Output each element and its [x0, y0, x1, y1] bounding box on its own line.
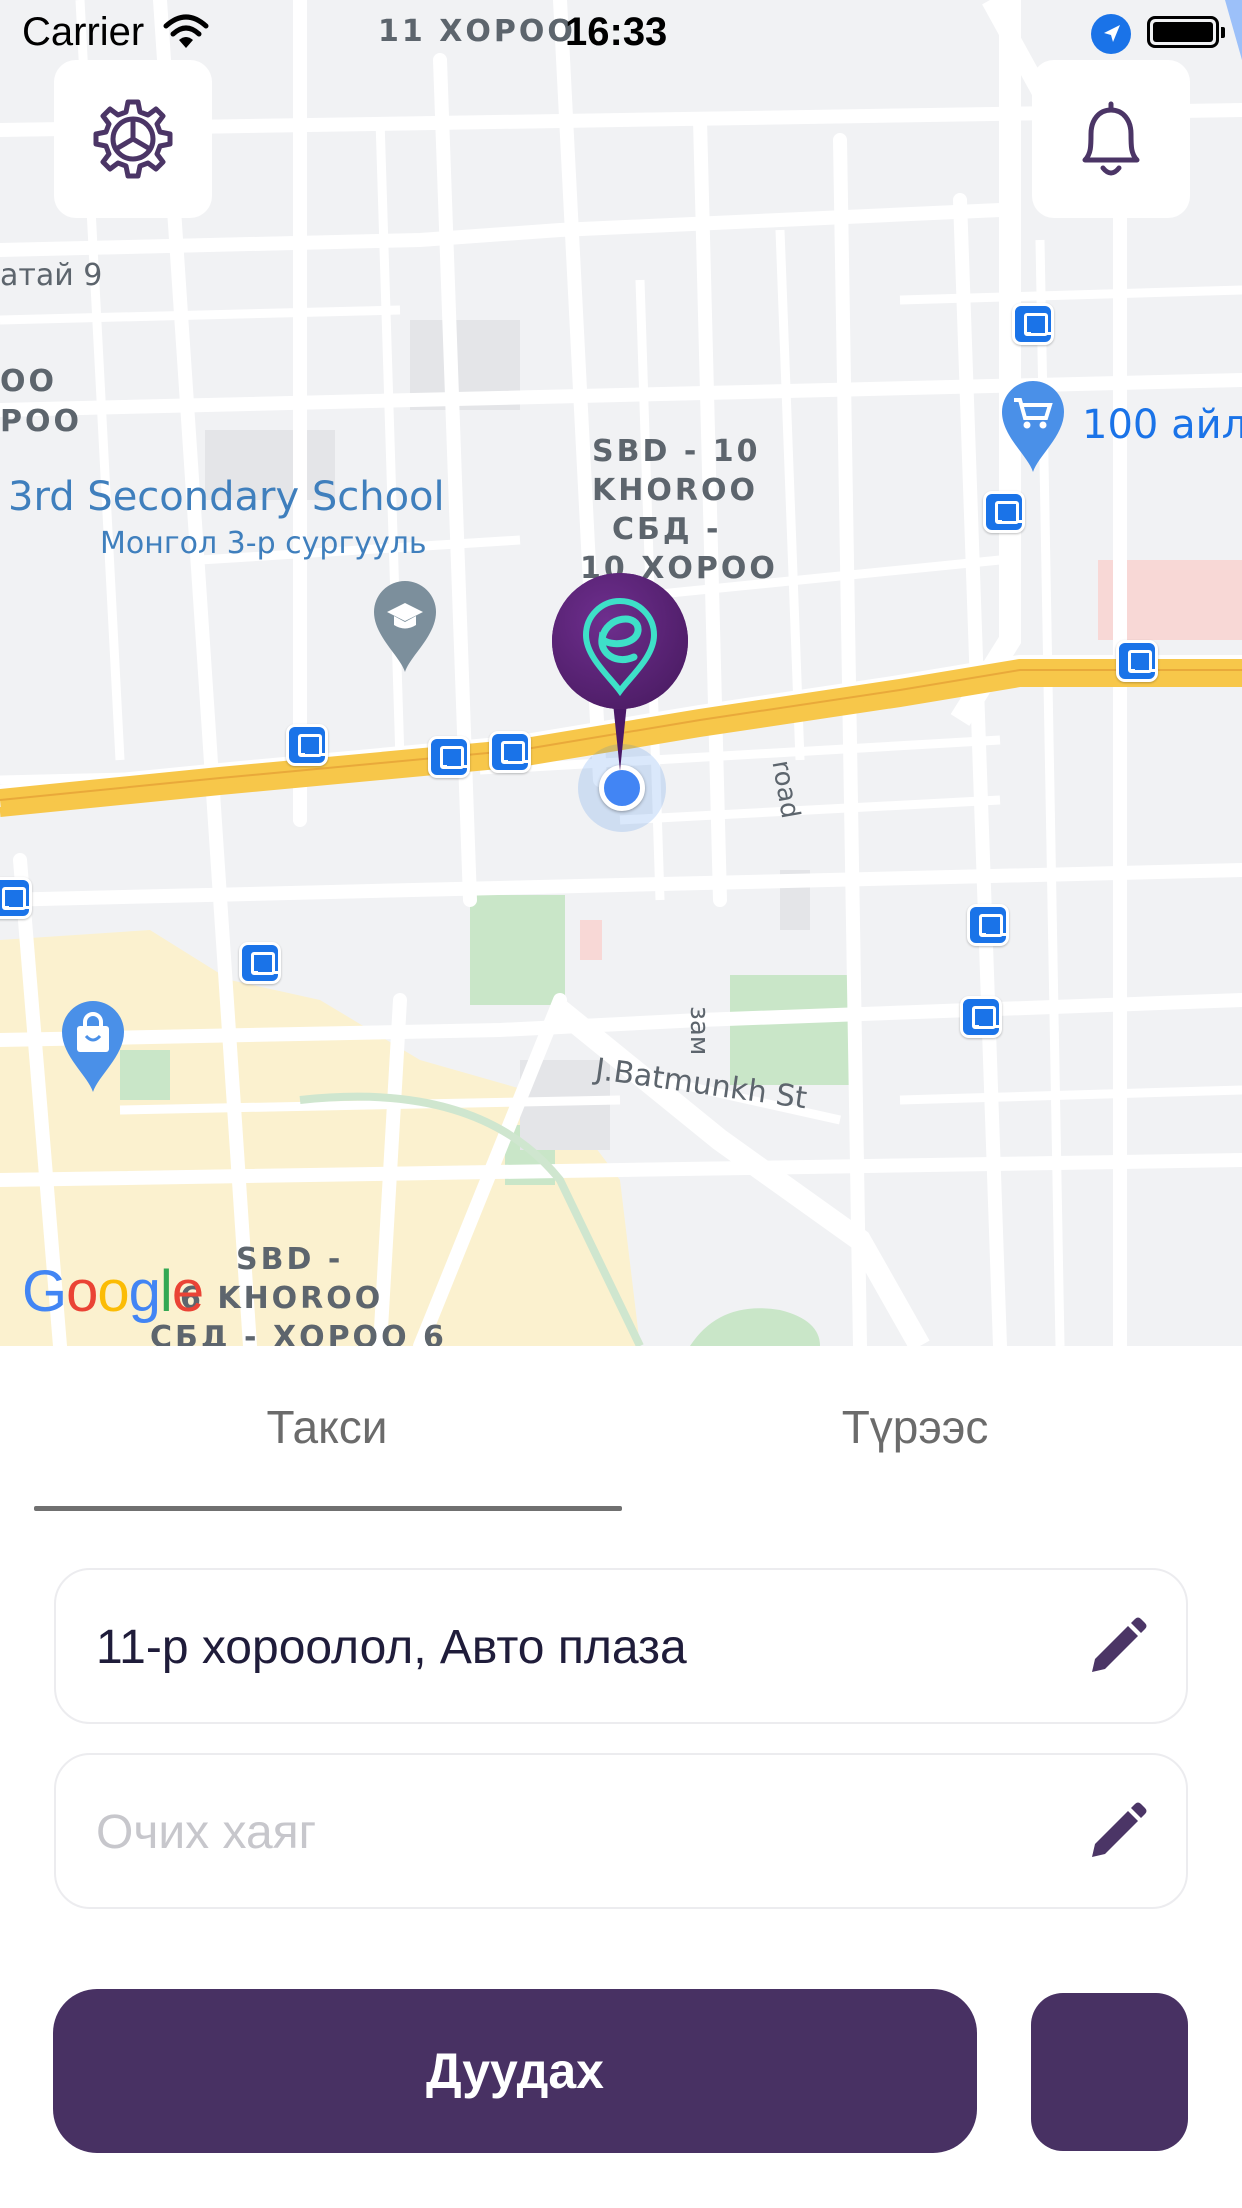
notifications-button[interactable] — [1032, 60, 1190, 218]
map-label-district: 6 KHOROO — [180, 1281, 384, 1316]
gear-icon — [93, 99, 173, 179]
google-letter: o — [66, 1259, 98, 1324]
bus-stop-icon[interactable] — [1116, 640, 1158, 682]
pencil-icon[interactable] — [1082, 1799, 1150, 1867]
map-view[interactable]: 11 ХОРОО атай 9 ОО РОО 3rd Secondary Sch… — [0, 0, 1242, 1346]
secondary-action-button[interactable] — [1031, 1993, 1188, 2151]
call-taxi-button[interactable]: Дуудах — [53, 1989, 977, 2153]
map-label-school-mn: Монгол 3-р сургууль — [100, 526, 427, 561]
google-letter: G — [22, 1259, 67, 1324]
map-label-district: SBD - — [236, 1242, 344, 1277]
pickup-address-field[interactable]: 11-р хороолол, Авто плаза — [54, 1568, 1188, 1724]
destination-address-placeholder: Очих хаяг — [96, 1806, 317, 1859]
bus-stop-icon[interactable] — [983, 491, 1025, 533]
bus-stop-icon[interactable] — [1012, 303, 1054, 345]
shopping-bag-marker-icon[interactable] — [58, 998, 128, 1094]
bell-icon — [1082, 101, 1140, 176]
school-marker-icon[interactable] — [370, 578, 440, 674]
shopping-cart-marker-icon[interactable] — [998, 378, 1068, 474]
map-label-road: зам — [684, 1006, 714, 1056]
map-label-district: РОО — [0, 404, 82, 439]
bus-stop-icon[interactable] — [428, 736, 470, 778]
map-label-shop: 100 айл — [1082, 402, 1242, 448]
map-label-district: атай 9 — [0, 258, 103, 293]
destination-address-field[interactable]: Очих хаяг — [54, 1753, 1188, 1909]
google-letter: e — [171, 1259, 204, 1324]
wifi-icon — [163, 14, 209, 48]
booking-panel: Такси Түрээс 11-р хороолол, Авто плаза О… — [0, 1346, 1242, 2208]
clock: 16:33 — [565, 10, 668, 54]
location-pin-icon[interactable] — [550, 573, 690, 773]
carrier-label: Carrier — [22, 10, 145, 54]
map-label-district: SBD - 10 — [592, 434, 761, 469]
google-letter: g — [128, 1259, 161, 1324]
status-bar: Carrier 16:33 — [0, 0, 1242, 66]
pencil-icon[interactable] — [1082, 1614, 1150, 1682]
google-letter: l — [159, 1259, 173, 1324]
bus-stop-icon[interactable] — [0, 877, 32, 919]
pickup-address-value: 11-р хороолол, Авто плаза — [96, 1621, 687, 1674]
google-logo: Google — [22, 1258, 204, 1325]
tab-taxi[interactable]: Такси — [127, 1400, 527, 1454]
tab-rent[interactable]: Түрээс — [715, 1400, 1115, 1454]
settings-button[interactable] — [54, 60, 212, 218]
map-label-district: СБД - — [612, 512, 722, 547]
location-services-icon — [1091, 14, 1131, 54]
bus-stop-icon[interactable] — [960, 996, 1002, 1038]
battery-icon — [1147, 16, 1225, 48]
bus-stop-icon[interactable] — [967, 904, 1009, 946]
bus-stop-icon[interactable] — [286, 724, 328, 766]
map-label-school: 3rd Secondary School — [8, 474, 445, 520]
google-letter: o — [97, 1259, 129, 1324]
bus-stop-icon[interactable] — [239, 942, 281, 984]
bus-stop-icon[interactable] — [489, 731, 531, 773]
active-tab-indicator — [34, 1506, 622, 1511]
map-label-district: KHOROO — [592, 473, 758, 508]
map-label-district: ОО — [0, 364, 58, 399]
